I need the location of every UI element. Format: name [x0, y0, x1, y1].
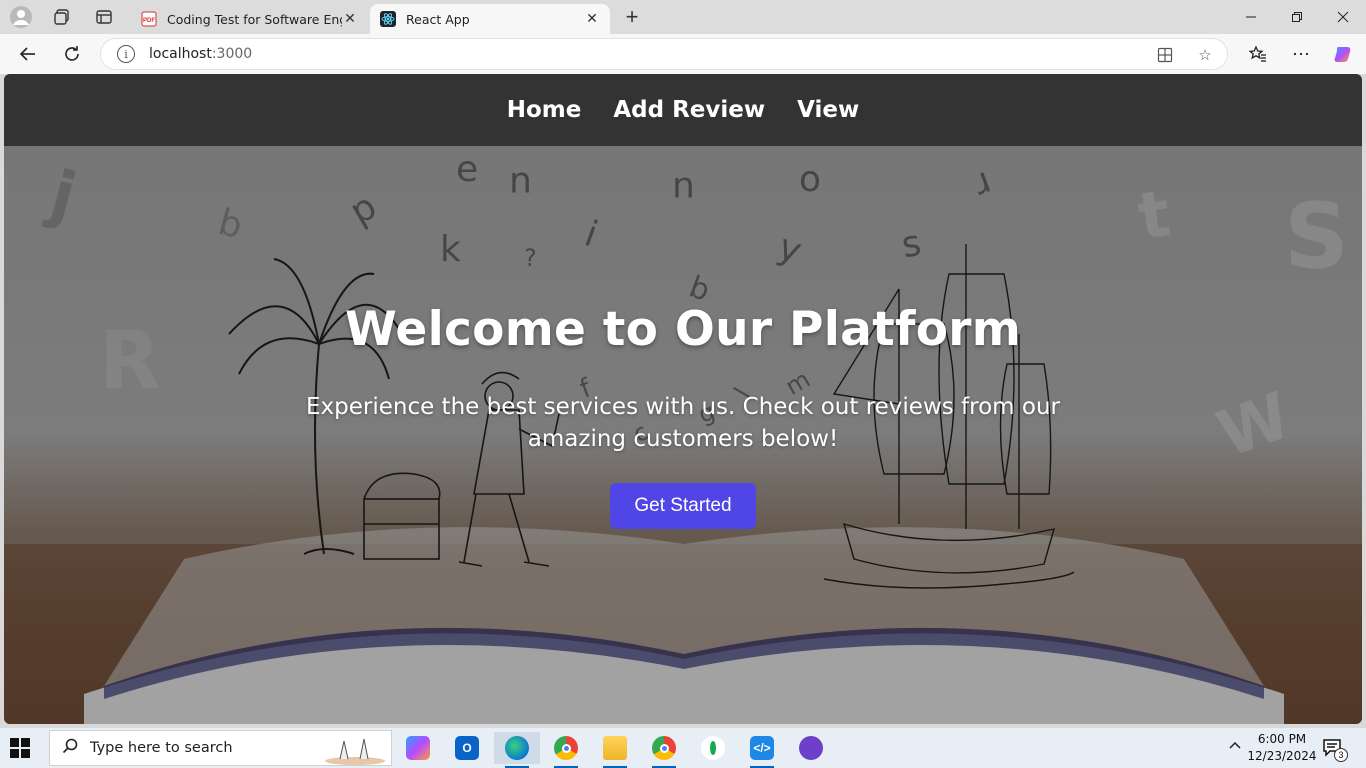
taskbar-mongodb-icon[interactable] [693, 732, 733, 764]
nav-add-review-link[interactable]: Add Review [613, 97, 765, 123]
workspaces-icon[interactable] [49, 5, 75, 29]
close-tab-icon[interactable]: ✕ [342, 11, 358, 27]
tab-title: React App [406, 11, 470, 27]
taskbar-search-box[interactable]: Type here to search [49, 730, 392, 766]
taskbar-copilot-icon[interactable] [398, 732, 438, 764]
search-icon [62, 738, 78, 759]
tab-react-app[interactable]: React App ✕ [370, 4, 610, 34]
address-bar-row: i localhost:3000 ☆ ⋯ [0, 34, 1366, 74]
svg-text:PDF: PDF [143, 18, 155, 24]
taskbar-vscode-icon[interactable]: </> [742, 732, 782, 768]
taskbar-edge-icon[interactable] [494, 732, 540, 768]
hero-title: Welcome to Our Platform [344, 302, 1022, 357]
taskbar-chrome-profile-icon[interactable] [644, 732, 684, 768]
back-icon[interactable] [13, 40, 43, 68]
profile-icon[interactable] [8, 5, 34, 29]
taskbar-github-desktop-icon[interactable] [791, 732, 831, 764]
more-menu-icon[interactable]: ⋯ [1286, 40, 1316, 68]
pdf-icon: PDF [141, 11, 157, 27]
tab-actions-icon[interactable] [91, 5, 117, 29]
taskbar-file-explorer-icon[interactable] [595, 732, 635, 768]
main-navbar: Home Add Review View [4, 74, 1362, 146]
clock-time: 6:00 PM [1257, 732, 1307, 746]
hero-subtitle: Experience the best services with us. Ch… [305, 394, 1060, 452]
tab-coding-test[interactable]: PDF Coding Test for Software Engineer ✕ [131, 4, 368, 34]
search-highlight-birds-icon [320, 733, 390, 768]
url-field[interactable]: i localhost:3000 ☆ [100, 38, 1228, 70]
favorite-star-icon[interactable]: ☆ [1195, 45, 1215, 65]
minimize-icon[interactable] [1228, 0, 1274, 34]
favorites-icon[interactable] [1243, 40, 1273, 68]
taskbar-chrome-icon[interactable] [546, 732, 586, 768]
refresh-icon[interactable] [57, 40, 87, 68]
nav-home-link[interactable]: Home [507, 97, 582, 123]
taskbar-outlook-icon[interactable]: O [447, 732, 487, 764]
site-info-icon[interactable]: i [117, 45, 135, 63]
windows-start-icon[interactable] [10, 738, 32, 760]
nav-view-link[interactable]: View [797, 97, 859, 123]
url-text: localhost:3000 [149, 46, 253, 62]
windows-taskbar: Type here to search O </> 6:00 PM 12/23/… [0, 728, 1366, 768]
get-started-button[interactable]: Get Started [610, 483, 756, 529]
tab-title: Coding Test for Software Engineer [167, 11, 342, 27]
clock-date: 12/23/2024 [1247, 749, 1317, 763]
show-hidden-icons-icon[interactable] [1228, 738, 1242, 755]
hero-section: Welcome to Our Platform Experience the b… [4, 302, 1362, 529]
search-placeholder: Type here to search [90, 740, 233, 756]
notification-count: 3 [1334, 748, 1348, 762]
page-viewport: p e u u o r k ? i y s b q f c g l m j t … [4, 74, 1362, 724]
browser-tab-bar: PDF Coding Test for Software Engineer ✕ … [0, 0, 1366, 34]
react-icon [380, 11, 396, 27]
close-window-icon[interactable] [1320, 0, 1366, 34]
notification-center-icon[interactable]: 3 [1322, 737, 1348, 762]
app-available-icon[interactable] [1155, 45, 1175, 65]
restore-icon[interactable] [1274, 0, 1320, 34]
taskbar-clock[interactable]: 6:00 PM 12/23/2024 [1247, 731, 1317, 765]
copilot-icon[interactable] [1329, 40, 1359, 68]
close-tab-icon[interactable]: ✕ [584, 11, 600, 27]
new-tab-icon[interactable]: + [618, 4, 646, 30]
